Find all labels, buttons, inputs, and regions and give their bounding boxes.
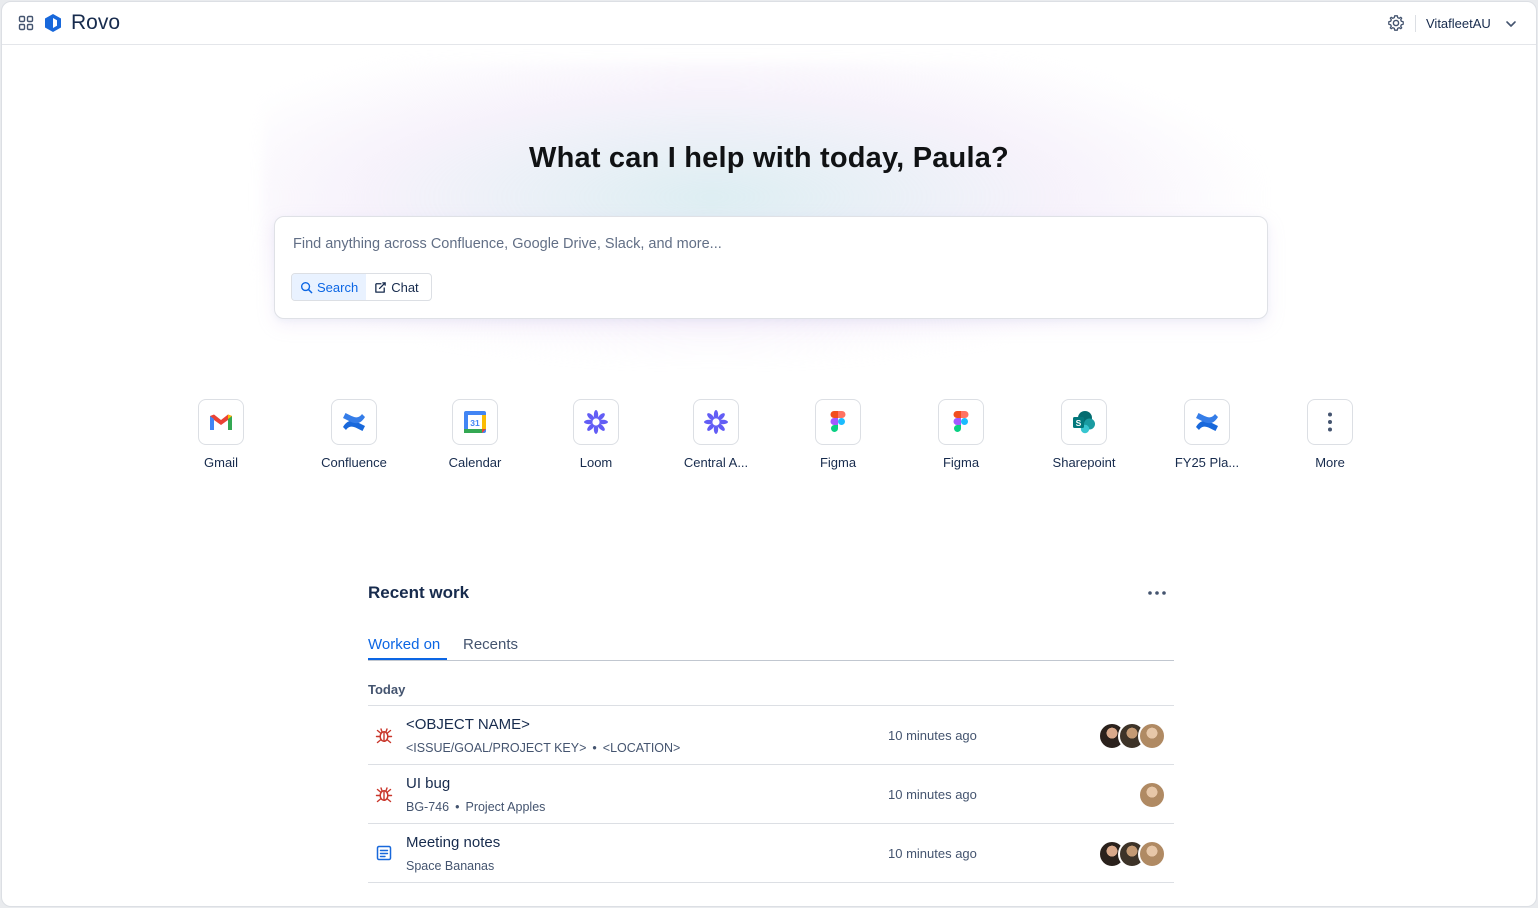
avatar[interactable]: [1138, 840, 1166, 868]
sharepoint-icon: S: [1073, 411, 1095, 434]
app-label: Confluence: [321, 455, 387, 470]
logo-text[interactable]: Rovo: [71, 11, 120, 35]
search-chat-toggle: Search Chat: [291, 273, 432, 301]
search-mode-button[interactable]: Search: [292, 274, 367, 300]
row-title[interactable]: <OBJECT NAME>: [406, 716, 530, 733]
page-title: What can I help with today, Paula?: [529, 142, 1009, 174]
search-icon: [300, 281, 313, 293]
app-loom[interactable]: Loom: [536, 399, 656, 470]
rovo-logo-icon[interactable]: [43, 13, 63, 33]
app-tile[interactable]: 31: [452, 399, 498, 445]
search-input[interactable]: [291, 231, 1235, 257]
active-tab-indicator: [368, 658, 447, 660]
row-timestamp: 10 minutes ago: [888, 787, 977, 802]
avatar[interactable]: [1138, 722, 1166, 750]
workspace-switcher[interactable]: VitafleetAU: [1426, 16, 1491, 31]
row-title[interactable]: UI bug: [406, 775, 450, 792]
chat-icon: [375, 281, 386, 293]
row-title[interactable]: Meeting notes: [406, 834, 500, 851]
app-label: Loom: [579, 455, 613, 470]
app-label: FY25 Pla...: [1174, 455, 1240, 470]
avatar-group: [1138, 781, 1166, 809]
loom-icon: [584, 410, 608, 434]
more-horizontal-icon[interactable]: [1145, 584, 1169, 602]
more-vertical-icon: [1328, 412, 1332, 432]
chat-mode-label: Chat: [391, 279, 419, 295]
app-label: Sharepoint: [1052, 455, 1116, 470]
table-row[interactable]: UI bug BG-746 • Project Apples 10 minutes …: [368, 764, 1174, 823]
app-calendar[interactable]: 31 Calendar: [415, 399, 535, 470]
bug-icon: [375, 787, 393, 803]
row-key: Space Bananas: [406, 859, 495, 873]
loom-icon: [704, 410, 728, 434]
header-divider: [1415, 15, 1416, 32]
app-figma[interactable]: Figma: [778, 399, 898, 470]
app-tile[interactable]: [198, 399, 244, 445]
row-location: <LOCATION>: [602, 741, 681, 755]
app-tile[interactable]: [573, 399, 619, 445]
app-fy25-plan[interactable]: FY25 Pla...: [1147, 399, 1267, 470]
table-row[interactable]: <OBJECT NAME> <ISSUE/GOAL/PROJECT KEY> • <…: [368, 705, 1174, 764]
row-key: <ISSUE/GOAL/PROJECT KEY>: [406, 741, 587, 755]
row-meta: Space Bananas: [406, 859, 494, 873]
row-location: Project Apples: [465, 800, 546, 814]
app-figma-2[interactable]: Figma: [901, 399, 1021, 470]
avatar-group: [1098, 722, 1166, 750]
app-more[interactable]: More: [1270, 399, 1390, 470]
avatar-group: [1098, 840, 1166, 868]
svg-text:31: 31: [470, 418, 480, 428]
row-timestamp: 10 minutes ago: [888, 846, 977, 861]
avatar[interactable]: [1138, 781, 1166, 809]
row-key: BG-746: [406, 800, 450, 814]
app-sharepoint[interactable]: S Sharepoint: [1024, 399, 1144, 470]
app-tile[interactable]: [815, 399, 861, 445]
chat-mode-button[interactable]: Chat: [366, 274, 426, 300]
app-gmail[interactable]: Gmail: [161, 399, 281, 470]
confluence-icon: [343, 413, 365, 431]
tab-rule: [368, 660, 1174, 661]
search-mode-label: Search: [317, 279, 359, 295]
app-label: Figma: [942, 455, 980, 470]
table-row[interactable]: Meeting notes Space Bananas 10 minutes a…: [368, 823, 1174, 883]
google-calendar-icon: 31: [464, 411, 486, 433]
app-central[interactable]: Central A...: [656, 399, 776, 470]
recent-work-title: Recent work: [368, 583, 470, 602]
meta-separator: •: [455, 800, 460, 814]
figma-icon: [953, 411, 969, 432]
app-label: More: [1315, 455, 1345, 470]
app-label: Gmail: [204, 455, 238, 470]
tab-recents[interactable]: Recents: [463, 636, 518, 653]
row-meta: BG-746 • Project Apples: [406, 800, 545, 814]
app-label: Central A...: [683, 455, 749, 470]
gear-icon[interactable]: [1387, 14, 1405, 32]
top-bar: Rovo VitafleetAU: [2, 2, 1536, 45]
search-card: Search Chat: [274, 216, 1268, 319]
page-icon: [376, 845, 392, 861]
tab-worked-on[interactable]: Worked on: [368, 636, 440, 653]
bug-icon: [375, 728, 393, 744]
app-tile[interactable]: [331, 399, 377, 445]
row-meta: <ISSUE/GOAL/PROJECT KEY> • <LOCATION>: [406, 741, 680, 755]
app-switcher-icon[interactable]: [18, 15, 34, 31]
app-tile[interactable]: [1307, 399, 1353, 445]
app-label: Calendar: [448, 455, 502, 470]
svg-text:S: S: [1076, 418, 1082, 428]
figma-icon: [830, 411, 846, 432]
app-tile[interactable]: [693, 399, 739, 445]
app-confluence[interactable]: Confluence: [294, 399, 414, 470]
app-tile[interactable]: [1184, 399, 1230, 445]
app-tile[interactable]: [938, 399, 984, 445]
row-timestamp: 10 minutes ago: [888, 728, 977, 743]
group-label-today: Today: [368, 682, 406, 697]
gmail-icon: [210, 414, 232, 430]
app-window: Rovo VitafleetAU What can I help with to…: [1, 1, 1537, 907]
chevron-down-icon[interactable]: [1504, 17, 1518, 31]
confluence-icon: [1196, 413, 1218, 431]
app-label: Figma: [819, 455, 857, 470]
meta-separator: •: [592, 741, 597, 755]
app-tile[interactable]: S: [1061, 399, 1107, 445]
